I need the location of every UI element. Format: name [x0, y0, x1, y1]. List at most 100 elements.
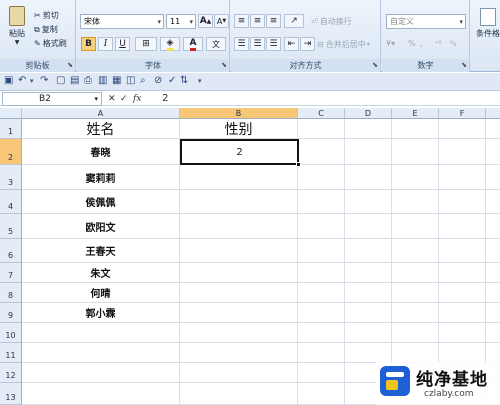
grid-cell[interactable]	[439, 263, 486, 283]
column-header-b[interactable]: B	[180, 108, 298, 119]
grid-cell[interactable]	[298, 119, 345, 139]
chart-icon[interactable]: ▥	[98, 75, 107, 86]
shrink-font-button[interactable]: A ▼	[214, 14, 229, 28]
cell-a10[interactable]	[22, 323, 180, 343]
font-size-select[interactable]: 11 ▾	[166, 14, 196, 29]
grid-cell[interactable]	[486, 303, 500, 323]
grid-cell[interactable]	[392, 343, 439, 363]
chevron-down-icon[interactable]: ▾	[30, 77, 34, 85]
row-header-5[interactable]: 5	[0, 214, 22, 239]
grid-cell[interactable]	[392, 119, 439, 139]
grid-cell[interactable]	[298, 263, 345, 283]
column-header-d[interactable]: D	[345, 108, 392, 119]
save-icon[interactable]: ▣	[4, 75, 13, 86]
increase-decimal-button[interactable]: ⁺⁰	[434, 39, 441, 48]
cancel-entry-icon[interactable]: ✕	[108, 92, 116, 106]
launcher-icon[interactable]: ⬊	[67, 61, 73, 69]
grid-cell[interactable]	[180, 383, 298, 405]
row-header-8[interactable]: 8	[0, 283, 22, 303]
grid-cell[interactable]	[392, 190, 439, 214]
row-header-11[interactable]: 11	[0, 343, 22, 363]
grid-cell[interactable]	[345, 139, 392, 165]
grid-cell[interactable]	[180, 363, 298, 383]
orientation-button[interactable]: ↗	[284, 14, 304, 28]
grid-cell[interactable]	[486, 283, 500, 303]
align-top-button[interactable]: ≡	[234, 14, 249, 28]
grow-font-button[interactable]: A ▲	[198, 14, 213, 28]
preview-icon[interactable]: ◫	[126, 75, 135, 86]
grid-cell[interactable]	[439, 343, 486, 363]
grid-cell[interactable]	[439, 303, 486, 323]
cell-a4[interactable]: 侯佩佩	[22, 190, 180, 214]
grid-cell[interactable]	[439, 165, 486, 190]
cell-a8[interactable]: 何晴	[22, 283, 180, 303]
search-icon[interactable]: ⌕	[140, 75, 146, 86]
grid-cell[interactable]	[392, 139, 439, 165]
launcher-icon[interactable]: ⬊	[372, 61, 378, 69]
grid-cell[interactable]	[180, 165, 298, 190]
grid-cell[interactable]	[180, 303, 298, 323]
fill-color-button[interactable]: ◈	[160, 37, 180, 51]
grid-cell[interactable]	[298, 214, 345, 239]
column-header-a[interactable]: A	[22, 108, 180, 119]
align-right-button[interactable]: ☰	[266, 37, 281, 51]
grid-cell[interactable]	[439, 119, 486, 139]
sort-icon[interactable]: ⇅	[180, 75, 188, 86]
row-header-2[interactable]: 2	[0, 139, 22, 165]
row-header-10[interactable]: 10	[0, 323, 22, 343]
customize-qat-icon[interactable]: ▾	[198, 77, 202, 85]
row-header-3[interactable]: 3	[0, 165, 22, 190]
align-middle-button[interactable]: ≡	[250, 14, 265, 28]
launcher-icon[interactable]: ⬊	[461, 61, 467, 69]
grid-cell[interactable]	[439, 190, 486, 214]
grid-cell[interactable]	[486, 214, 500, 239]
grid-cell[interactable]	[298, 165, 345, 190]
grid-cell[interactable]	[392, 323, 439, 343]
grid-cell[interactable]	[486, 343, 500, 363]
row-header-13[interactable]: 13	[0, 383, 22, 405]
grid-cell[interactable]	[180, 263, 298, 283]
cell-a13[interactable]	[22, 383, 180, 405]
column-header-c[interactable]: C	[298, 108, 345, 119]
grid-cell[interactable]	[439, 214, 486, 239]
grid-cell[interactable]	[345, 119, 392, 139]
cell-a7[interactable]: 朱文	[22, 263, 180, 283]
grid-cell[interactable]	[439, 283, 486, 303]
row-header-7[interactable]: 7	[0, 263, 22, 283]
number-format-select[interactable]: 自定义 ▾	[386, 14, 466, 29]
grid-cell[interactable]	[486, 263, 500, 283]
row-header-9[interactable]: 9	[0, 303, 22, 323]
grid-cell[interactable]	[345, 323, 392, 343]
font-color-button[interactable]: A	[183, 37, 203, 51]
merge-center-button[interactable]: ⊟ 合并后居中 ▾	[317, 39, 370, 50]
grid-cell[interactable]	[392, 165, 439, 190]
grid-cell[interactable]	[345, 283, 392, 303]
font-name-select[interactable]: 宋体 ▾	[80, 14, 164, 29]
cell-a9[interactable]: 郭小霖	[22, 303, 180, 323]
spellcheck-icon[interactable]: ✓	[168, 75, 176, 86]
fill-handle[interactable]	[296, 162, 301, 167]
row-header-6[interactable]: 6	[0, 239, 22, 263]
underline-button[interactable]: U	[115, 37, 130, 51]
percent-button[interactable]: %	[408, 39, 416, 48]
grid-cell[interactable]	[392, 239, 439, 263]
grid-cell[interactable]	[298, 343, 345, 363]
grid-cell[interactable]	[180, 239, 298, 263]
column-header-f[interactable]: F	[439, 108, 486, 119]
print-icon[interactable]: ⎙	[84, 75, 92, 86]
grid-cell[interactable]	[180, 214, 298, 239]
row-header-12[interactable]: 12	[0, 363, 22, 383]
grid-cell[interactable]	[298, 303, 345, 323]
grid-cell[interactable]	[439, 239, 486, 263]
grid-cell[interactable]	[439, 323, 486, 343]
cell-a11[interactable]	[22, 343, 180, 363]
grid-cell[interactable]	[486, 239, 500, 263]
row-header-1[interactable]: 1	[0, 119, 22, 139]
column-header-g[interactable]	[486, 108, 500, 119]
table-icon[interactable]: ▦	[112, 75, 121, 86]
row-header-4[interactable]: 4	[0, 190, 22, 214]
cell-a3[interactable]: 窦莉莉	[22, 165, 180, 190]
cell-a6[interactable]: 王春天	[22, 239, 180, 263]
grid-cell[interactable]	[486, 119, 500, 139]
cell-b1[interactable]: 性别	[180, 119, 298, 139]
